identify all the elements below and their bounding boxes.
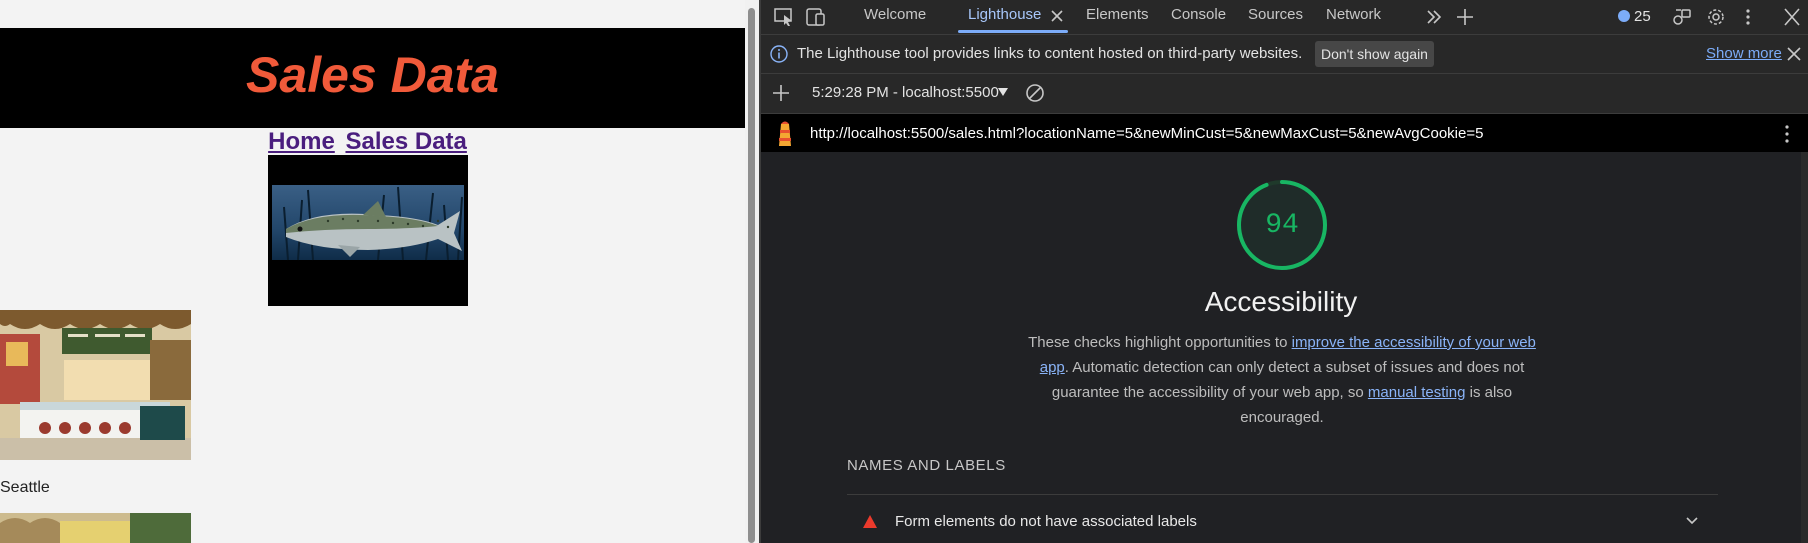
lighthouse-logo-icon xyxy=(779,121,791,146)
manual-testing-link[interactable]: manual testing xyxy=(1368,384,1466,401)
tab-lighthouse[interactable]: Lighthouse xyxy=(968,0,1041,34)
dont-show-again-button[interactable]: Don't show again xyxy=(1315,41,1434,67)
report-url: http://localhost:5500/sales.html?locatio… xyxy=(810,125,1484,142)
divider xyxy=(847,494,1718,495)
nav-link-home[interactable]: Home xyxy=(268,128,335,155)
report-selector[interactable]: 5:29:28 PM - localhost:5500 xyxy=(812,84,999,101)
show-more-link[interactable]: Show more xyxy=(1706,45,1782,62)
accessibility-score: 94 xyxy=(1265,210,1299,241)
infobar: The Lighthouse tool provides links to co… xyxy=(761,35,1808,74)
lighthouse-report: 94 Accessibility These checks highlight … xyxy=(761,152,1808,543)
clear-all-icon[interactable] xyxy=(1025,83,1045,103)
info-icon xyxy=(770,45,788,63)
web-page-viewport: Sales Data Home Sales Data Seattle xyxy=(0,0,745,543)
more-tabs-chevron-icon[interactable] xyxy=(1424,8,1444,26)
settings-gear-icon[interactable] xyxy=(1706,8,1726,26)
more-options-kebab-icon[interactable] xyxy=(1738,8,1758,26)
report-url-bar: http://localhost:5500/sales.html?locatio… xyxy=(761,114,1808,152)
cookie-shop-image xyxy=(0,310,191,460)
close-devtools-icon[interactable] xyxy=(1782,8,1802,26)
infobar-message: The Lighthouse tool provides links to co… xyxy=(797,45,1303,62)
active-tab-indicator xyxy=(958,30,1068,33)
category-description: These checks highlight opportunities to … xyxy=(1028,334,1536,426)
fail-triangle-icon xyxy=(863,515,877,528)
dropdown-caret-icon[interactable] xyxy=(998,88,1008,96)
customize-connections-icon[interactable] xyxy=(1672,8,1692,26)
tab-elements[interactable]: Elements xyxy=(1086,0,1149,34)
devtools-panel: Welcome Lighthouse Elements Console Sour… xyxy=(761,0,1808,543)
page-nav: Home Sales Data xyxy=(0,128,735,155)
page-scrollbar-thumb[interactable] xyxy=(748,8,755,543)
report-scrollbar[interactable] xyxy=(1801,152,1808,543)
category-title: Accessibility xyxy=(1204,286,1358,317)
audit-group-title: NAMES AND LABELS xyxy=(847,457,1006,474)
tab-network[interactable]: Network xyxy=(1326,0,1381,34)
tab-sources[interactable]: Sources xyxy=(1248,0,1303,34)
inspect-element-icon[interactable] xyxy=(774,8,794,26)
issues-counter[interactable]: 25 xyxy=(1618,8,1651,26)
lighthouse-toolbar: 5:29:28 PM - localhost:5500 xyxy=(761,74,1808,114)
add-tab-plus-icon[interactable] xyxy=(1455,8,1475,26)
page-title: Sales Data xyxy=(246,47,499,103)
audit-title: Form elements do not have associated lab… xyxy=(895,513,1197,530)
location-label: Seattle xyxy=(0,479,50,496)
audit-row[interactable]: Form elements do not have associated lab… xyxy=(847,508,1718,542)
tab-console[interactable]: Console xyxy=(1171,0,1226,34)
new-report-plus-icon[interactable] xyxy=(771,83,791,103)
issues-icon xyxy=(1618,10,1630,22)
issues-count: 25 xyxy=(1634,8,1651,25)
device-toolbar-icon[interactable] xyxy=(806,8,826,26)
expand-chevron-down-icon[interactable] xyxy=(1685,516,1699,526)
nav-link-sales-data[interactable]: Sales Data xyxy=(345,128,466,155)
close-tab-icon[interactable] xyxy=(1050,9,1064,23)
store-photo-2 xyxy=(0,513,191,543)
report-menu-kebab-icon[interactable] xyxy=(1784,124,1790,144)
devtools-tabbar: Welcome Lighthouse Elements Console Sour… xyxy=(761,0,1808,35)
close-infobar-icon[interactable] xyxy=(1786,46,1802,62)
tab-welcome[interactable]: Welcome xyxy=(864,0,926,34)
salmon-image xyxy=(268,155,468,306)
